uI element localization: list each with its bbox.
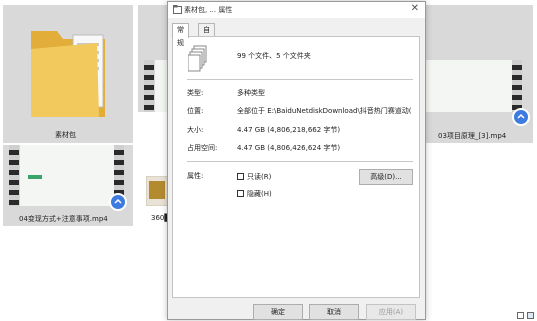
size-value: 4.47 GB (4,806,218,662 字节) <box>237 126 341 134</box>
tab-general[interactable]: 常规 <box>172 23 189 47</box>
readonly-label: 只读(R) <box>247 173 272 181</box>
properties-dialog: 素材包, ... 属性 ✕ 常规 自定义 99 个文件、5 个文件夹 类型: 多… <box>167 1 426 320</box>
size-label: 大小: <box>187 126 204 134</box>
file-thumbnail-icon <box>146 176 168 206</box>
video-tile-hidden[interactable] <box>138 5 168 112</box>
cancel-button[interactable]: 取消 <box>309 304 359 320</box>
folder-tile[interactable]: 素材包 <box>3 5 133 143</box>
video-thumbnail <box>426 60 512 112</box>
disk-size-label: 占用空间: <box>187 144 218 152</box>
share-badge-icon <box>109 193 127 211</box>
close-icon[interactable]: ✕ <box>411 3 419 14</box>
type-value: 多种类型 <box>237 89 265 97</box>
film-strip-left <box>9 145 19 206</box>
video-label-03: 03项目原理_[3].mp4 <box>438 132 507 140</box>
apply-button[interactable]: 应用(A) <box>366 304 416 320</box>
video-tile-04[interactable]: 04变现方式+注意事项.mp4 <box>3 145 133 226</box>
divider <box>187 79 413 80</box>
multiple-files-icon <box>188 45 207 72</box>
location-label: 位置: <box>187 107 204 115</box>
video-label-04: 04变现方式+注意事项.mp4 <box>19 215 108 223</box>
ok-button[interactable]: 确定 <box>253 304 303 320</box>
folder-label: 素材包 <box>55 131 76 139</box>
summary-text: 99 个文件、5 个文件夹 <box>237 52 311 60</box>
hidden-label: 隐藏(H) <box>247 190 272 198</box>
advanced-button[interactable]: 高级(D)... <box>359 169 413 185</box>
file-tile-360[interactable]: 360█ <box>138 170 170 226</box>
attributes-label: 属性: <box>187 172 204 180</box>
film-strip-right <box>512 60 522 112</box>
divider <box>187 161 413 162</box>
video-tile-03[interactable]: 03项目原理_[3].mp4 <box>426 5 533 143</box>
share-badge-icon <box>512 108 530 126</box>
details-view-icon[interactable] <box>517 312 524 319</box>
disk-size-value: 4.47 GB (4,806,426,624 字节) <box>237 144 341 152</box>
folder-icon <box>31 31 105 117</box>
hidden-checkbox[interactable] <box>237 190 244 197</box>
film-strip-left <box>144 60 154 112</box>
folder-small-icon <box>173 5 182 14</box>
title-bar[interactable]: 素材包, ... 属性 ✕ <box>168 2 425 18</box>
large-icons-view-icon[interactable] <box>527 312 534 319</box>
dialog-title: 素材包, ... 属性 <box>184 6 233 14</box>
tab-custom[interactable]: 自定义 <box>198 23 215 60</box>
location-value: 全部位于 E:\BaiduNetdiskDownload\抖音热门赛道动( <box>237 107 412 115</box>
video-thumbnail <box>20 145 114 206</box>
thumbnail-green-bar <box>28 175 42 179</box>
readonly-checkbox[interactable] <box>237 173 244 180</box>
general-panel: 99 个文件、5 个文件夹 类型: 多种类型 位置: 全部位于 E:\Baidu… <box>172 36 420 298</box>
type-label: 类型: <box>187 89 204 97</box>
